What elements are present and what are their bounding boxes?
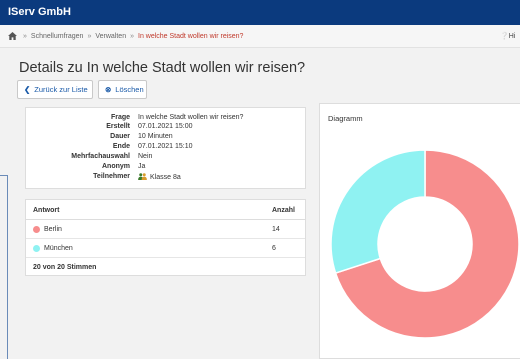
detail-label: Ende — [112, 143, 130, 150]
detail-value: 07.01.2021 15:00 — [138, 123, 193, 130]
detail-value: 07.01.2021 15:10 — [138, 143, 193, 150]
answer-count: 14 — [272, 226, 280, 233]
breadcrumb-separator: » — [130, 32, 134, 40]
table-row: München 6 — [26, 239, 305, 258]
column-header-count: Anzahl — [272, 207, 295, 214]
detail-label: Teilnehmer — [93, 173, 130, 180]
detail-label: Frage — [110, 114, 130, 121]
detail-label: Dauer — [110, 133, 130, 140]
delete-button-label: Löschen — [115, 85, 144, 94]
breadcrumb-item-current: In welche Stadt wollen wir reisen? — [138, 32, 244, 40]
detail-value: Nein — [138, 153, 153, 160]
column-header-answer: Antwort — [33, 207, 60, 214]
chevron-left-icon: ❮ — [24, 85, 31, 94]
table-header: Antwort Anzahl — [26, 200, 305, 220]
votes-summary: 20 von 20 Stimmen — [33, 264, 97, 271]
left-divider — [7, 175, 8, 359]
detail-value: 10 Minuten — [138, 133, 173, 140]
details-panel: Frage In welche Stadt wollen wir reisen?… — [25, 107, 306, 189]
breadcrumb-item-verwalten[interactable]: Verwalten — [95, 33, 126, 40]
donut-chart — [330, 149, 520, 339]
breadcrumb-item-schnellumfragen[interactable]: Schnellumfragen — [31, 33, 84, 40]
home-icon[interactable] — [8, 32, 17, 40]
back-to-list-button[interactable]: ❮ Zurück zur Liste — [17, 80, 93, 99]
delete-button[interactable]: ⊗ Löschen — [98, 80, 147, 99]
detail-row-end: Ende 07.01.2021 15:10 — [26, 143, 307, 153]
delete-circle-icon: ⊗ — [105, 85, 112, 94]
detail-row-participants: Teilnehmer Klasse 8a — [26, 173, 307, 183]
top-bar: IServ GmbH — [0, 0, 520, 25]
color-dot-icon — [33, 226, 40, 233]
breadcrumb-separator: » — [23, 32, 27, 40]
left-divider-tick — [0, 175, 8, 176]
answers-table: Antwort Anzahl Berlin 14 München 6 20 vo… — [25, 199, 306, 276]
detail-row-created: Erstellt 07.01.2021 15:00 — [26, 123, 307, 133]
pie-slice-m-nchen[interactable] — [330, 149, 426, 274]
detail-label: Erstellt — [106, 123, 130, 130]
detail-row-duration: Dauer 10 Minuten — [26, 133, 307, 143]
answer-cell: Berlin — [33, 226, 62, 233]
detail-row-anonymous: Anonym Ja — [26, 163, 307, 173]
answer-label: München — [44, 245, 73, 252]
answer-label: Berlin — [44, 226, 62, 233]
table-row: Berlin 14 — [26, 220, 305, 239]
detail-value: In welche Stadt wollen wir reisen? — [138, 114, 244, 121]
brand-name[interactable]: IServ GmbH — [8, 6, 71, 18]
answer-count: 6 — [272, 245, 276, 252]
detail-label: Mehrfachauswahl — [71, 153, 130, 160]
color-dot-icon — [33, 245, 40, 252]
detail-label: Anonym — [102, 163, 130, 170]
back-button-label: Zurück zur Liste — [34, 85, 88, 94]
breadcrumb-separator: » — [87, 32, 92, 40]
page-title: Details zu In welche Stadt wollen wir re… — [19, 60, 306, 76]
breadcrumb: » Schnellumfragen » Verwalten » In welch… — [0, 25, 520, 48]
detail-value: Ja — [138, 163, 146, 170]
question-circle-icon: ❔ — [500, 33, 509, 40]
help-label: Hi — [508, 33, 516, 40]
chart-panel: Diagramm — [319, 103, 520, 359]
answer-cell: München — [33, 245, 73, 252]
detail-value-group: Klasse 8a — [138, 173, 181, 181]
help-link[interactable]: ❔Hi — [500, 32, 515, 40]
participants-group-name[interactable]: Klasse 8a — [150, 174, 181, 181]
detail-row-multiple-choice: Mehrfachauswahl Nein — [26, 153, 307, 163]
group-icon — [138, 173, 147, 180]
